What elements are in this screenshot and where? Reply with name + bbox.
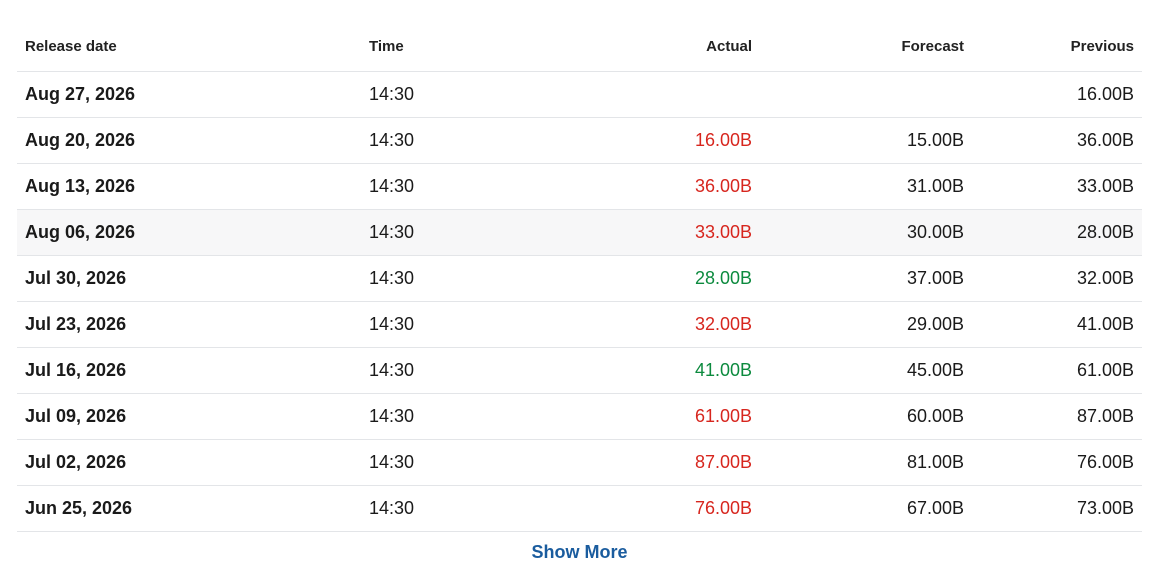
header-time: Time (361, 22, 557, 72)
cell-previous: 76.00B (972, 439, 1142, 486)
cell-actual: 33.00B (557, 209, 760, 256)
cell-forecast: 15.00B (760, 117, 972, 164)
cell-release-date: Aug 13, 2026 (17, 163, 361, 210)
table-row: Aug 20, 2026 14:30 16.00B 15.00B 36.00B (17, 117, 1142, 164)
cell-actual: 61.00B (557, 393, 760, 440)
cell-release-date: Aug 20, 2026 (17, 117, 361, 164)
cell-time: 14:30 (361, 393, 557, 440)
cell-release-date: Jul 23, 2026 (17, 301, 361, 348)
table-row: Aug 27, 2026 14:30 16.00B (17, 71, 1142, 118)
table-row: Jul 23, 2026 14:30 32.00B 29.00B 41.00B (17, 301, 1142, 348)
cell-previous: 32.00B (972, 255, 1142, 302)
table-row: Jul 09, 2026 14:30 61.00B 60.00B 87.00B (17, 393, 1142, 440)
cell-time: 14:30 (361, 301, 557, 348)
cell-time: 14:30 (361, 485, 557, 532)
table-row: Aug 06, 2026 14:30 33.00B 30.00B 28.00B (17, 209, 1142, 256)
cell-time: 14:30 (361, 255, 557, 302)
cell-actual: 36.00B (557, 163, 760, 210)
cell-actual: 76.00B (557, 485, 760, 532)
cell-previous: 16.00B (972, 71, 1142, 118)
release-history: Release date Time Actual Forecast Previo… (17, 22, 1142, 563)
table-row: Jul 02, 2026 14:30 87.00B 81.00B 76.00B (17, 439, 1142, 486)
cell-previous: 73.00B (972, 485, 1142, 532)
table-row: Aug 13, 2026 14:30 36.00B 31.00B 33.00B (17, 163, 1142, 210)
cell-release-date: Aug 27, 2026 (17, 71, 361, 118)
cell-time: 14:30 (361, 439, 557, 486)
show-more-button[interactable]: Show More (17, 542, 1142, 563)
cell-forecast: 45.00B (760, 347, 972, 394)
table-row: Jul 16, 2026 14:30 41.00B 45.00B 61.00B (17, 347, 1142, 394)
cell-forecast: 29.00B (760, 301, 972, 348)
table-header-row: Release date Time Actual Forecast Previo… (17, 22, 1142, 72)
cell-release-date: Jul 02, 2026 (17, 439, 361, 486)
cell-actual: 41.00B (557, 347, 760, 394)
table-row: Jun 25, 2026 14:30 76.00B 67.00B 73.00B (17, 485, 1142, 532)
table-row: Jul 30, 2026 14:30 28.00B 37.00B 32.00B (17, 255, 1142, 302)
cell-release-date: Jul 30, 2026 (17, 255, 361, 302)
cell-release-date: Jul 09, 2026 (17, 393, 361, 440)
cell-release-date: Jun 25, 2026 (17, 485, 361, 532)
cell-previous: 33.00B (972, 163, 1142, 210)
cell-time: 14:30 (361, 117, 557, 164)
cell-time: 14:30 (361, 347, 557, 394)
header-actual: Actual (557, 22, 760, 72)
cell-forecast: 67.00B (760, 485, 972, 532)
header-release-date: Release date (17, 22, 361, 72)
cell-previous: 28.00B (972, 209, 1142, 256)
cell-forecast: 81.00B (760, 439, 972, 486)
cell-actual: 32.00B (557, 301, 760, 348)
cell-forecast: 60.00B (760, 393, 972, 440)
cell-actual (557, 71, 760, 118)
cell-actual: 28.00B (557, 255, 760, 302)
cell-previous: 61.00B (972, 347, 1142, 394)
cell-time: 14:30 (361, 209, 557, 256)
cell-forecast: 30.00B (760, 209, 972, 256)
cell-time: 14:30 (361, 71, 557, 118)
header-forecast: Forecast (760, 22, 972, 72)
cell-release-date: Jul 16, 2026 (17, 347, 361, 394)
cell-actual: 87.00B (557, 439, 760, 486)
cell-previous: 41.00B (972, 301, 1142, 348)
cell-forecast: 31.00B (760, 163, 972, 210)
cell-release-date: Aug 06, 2026 (17, 209, 361, 256)
cell-time: 14:30 (361, 163, 557, 210)
cell-actual: 16.00B (557, 117, 760, 164)
table-body: Aug 27, 2026 14:30 16.00B Aug 20, 2026 14:30… (17, 71, 1142, 532)
cell-previous: 87.00B (972, 393, 1142, 440)
release-table: Release date Time Actual Forecast Previo… (17, 22, 1142, 532)
header-previous: Previous (972, 22, 1142, 72)
cell-forecast: 37.00B (760, 255, 972, 302)
cell-previous: 36.00B (972, 117, 1142, 164)
cell-forecast (760, 71, 972, 118)
